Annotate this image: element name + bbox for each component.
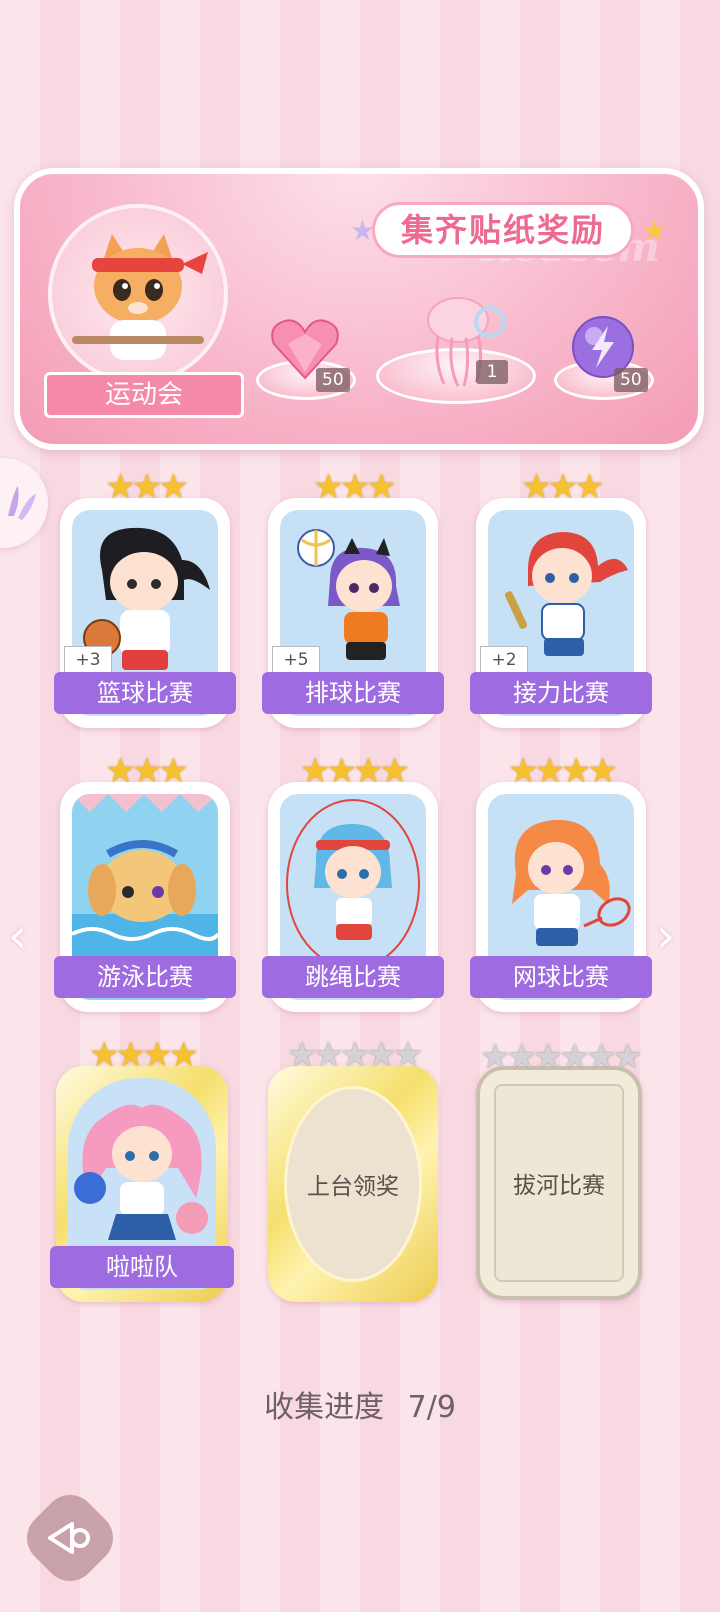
star-icon: ★: [142, 1035, 173, 1075]
reward-count: 50: [614, 368, 648, 392]
star-rating: ★★★★: [56, 1038, 228, 1072]
card-label: 啦啦队: [50, 1246, 234, 1288]
star-icon: ★: [89, 1035, 120, 1075]
sticker-card-basketball[interactable]: ★★★ +3 篮球比赛: [54, 470, 236, 728]
card-label: 接力比赛: [470, 672, 652, 714]
star-rating: ★★★: [476, 470, 646, 504]
bonus-badge: +2: [480, 646, 528, 674]
event-avatar: [48, 204, 228, 384]
sticker-card-cheerleading[interactable]: ★★★★ 啦啦队: [50, 1038, 234, 1302]
card-label: 篮球比赛: [54, 672, 236, 714]
chevron-left-icon[interactable]: ‹: [8, 912, 27, 960]
banner-title: 集齐贴纸奖励: [372, 202, 634, 258]
star-icon: ★: [574, 467, 605, 507]
star-icon: ★: [115, 1035, 147, 1075]
star-rating: ★★★★: [476, 754, 646, 788]
star-icon: ★: [168, 1035, 199, 1075]
locked-sticker-slot: 拔河比赛: [494, 1084, 624, 1282]
star-decoration-icon: ★: [642, 214, 668, 247]
sticker-card-tennis[interactable]: ★★★★ 网球比赛: [470, 754, 652, 1012]
sticker-card-relay[interactable]: ★★★ +2 接力比赛: [470, 470, 652, 728]
locked-sticker-slot: 上台领奖: [284, 1086, 422, 1282]
sticker-card-swimming[interactable]: ★★★ 游泳比赛: [54, 754, 236, 1012]
star-icon: ★: [313, 467, 344, 507]
star-icon: ★: [612, 1037, 643, 1077]
star-icon: ★: [547, 467, 579, 507]
reward-banner: Redeem ★ 集齐贴纸奖励 ★ 运动会 50 1: [14, 168, 704, 450]
flower-petal-icon: [8, 486, 36, 520]
star-icon: ★: [532, 1037, 564, 1077]
card-label: 跳绳比赛: [262, 956, 444, 998]
star-rating: ★★★: [60, 470, 230, 504]
progress-label: 收集进度: [264, 1390, 385, 1425]
star-icon: ★: [561, 751, 592, 791]
side-menu-tab[interactable]: [0, 458, 48, 548]
star-icon: ★: [534, 751, 566, 791]
star-icon: ★: [158, 467, 189, 507]
star-icon: ★: [326, 751, 358, 791]
star-icon: ★: [105, 467, 136, 507]
sticker-card-tug-of-war[interactable]: ★★★★★★ 拔河比赛: [476, 1040, 643, 1300]
star-icon: ★: [366, 467, 397, 507]
star-icon: ★: [339, 1035, 371, 1075]
star-icon: ★: [313, 1035, 344, 1075]
star-icon: ★: [131, 467, 163, 507]
star-icon: ★: [521, 467, 552, 507]
star-rating: ★★★: [60, 754, 230, 788]
progress-value: 7/9: [407, 1390, 456, 1425]
star-icon: ★: [585, 1037, 617, 1077]
sticker-card-award-ceremony[interactable]: ★★★★★ 上台领奖: [268, 1038, 438, 1302]
star-icon: ★: [366, 1035, 397, 1075]
star-rating: ★★★★: [268, 754, 438, 788]
event-name-label: 运动会: [44, 372, 244, 418]
card-label: 排球比赛: [262, 672, 444, 714]
card-label: 网球比赛: [470, 956, 652, 998]
bonus-badge: +3: [64, 646, 112, 674]
star-icon: ★: [105, 751, 136, 791]
star-icon: ★: [392, 1035, 424, 1075]
star-icon: ★: [480, 1037, 511, 1077]
reward-count: 1: [476, 360, 508, 384]
chevron-right-icon[interactable]: ›: [656, 912, 675, 960]
collection-progress: 收集进度 7/9: [0, 1382, 720, 1426]
card-label: 游泳比赛: [54, 956, 236, 998]
star-icon: ★: [131, 751, 163, 791]
star-icon: ★: [508, 751, 539, 791]
star-icon: ★: [506, 1037, 537, 1077]
star-rating: ★★★★★★: [480, 1037, 643, 1077]
sticker-card-jump-rope[interactable]: ★★★★ 跳绳比赛: [262, 754, 444, 1012]
reward-count: 50: [316, 368, 350, 392]
star-icon: ★: [158, 751, 189, 791]
sticker-card-volleyball[interactable]: ★★★ +5 排球比赛: [262, 470, 444, 728]
star-icon: ★: [353, 751, 384, 791]
bonus-badge: +5: [272, 646, 320, 674]
star-icon: ★: [339, 467, 371, 507]
star-rating: ★★★: [268, 470, 438, 504]
star-icon: ★: [286, 1035, 318, 1075]
star-icon: ★: [379, 751, 410, 791]
star-icon: ★: [300, 751, 331, 791]
cat-mascot-icon: [72, 234, 208, 360]
star-icon: ★: [559, 1037, 590, 1077]
star-icon: ★: [587, 751, 618, 791]
star-rating: ★★★★★: [268, 1038, 438, 1072]
back-arrow-icon[interactable]: [44, 1516, 96, 1560]
